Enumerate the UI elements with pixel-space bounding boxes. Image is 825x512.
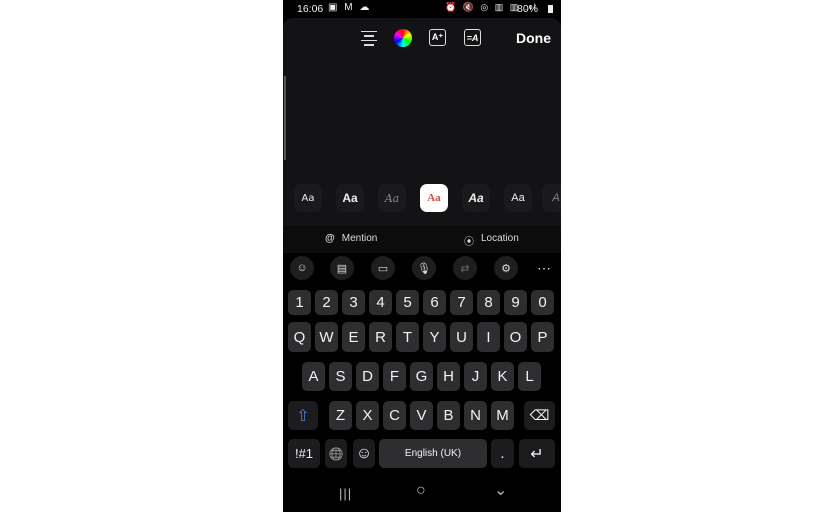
key-u[interactable]: U: [450, 322, 473, 352]
key-z[interactable]: Z: [329, 401, 352, 430]
emoji-icon[interactable]: ☺: [290, 256, 314, 280]
clipboard-icon[interactable]: ▭: [371, 256, 395, 280]
key-7[interactable]: 7: [450, 290, 473, 315]
font-option-partial[interactable]: A: [542, 184, 561, 212]
microphone-icon[interactable]: 🎙: [412, 256, 436, 280]
font-option-script[interactable]: Aa: [378, 184, 406, 212]
key-w[interactable]: W: [315, 322, 338, 352]
notification-icons: ▣ M ☁: [328, 2, 372, 13]
keyboard-toolbar: ☺ ▤ ▭ 🎙 ⇄ ⚙ ⋯: [283, 253, 561, 283]
battery-icon: [548, 5, 553, 13]
text-cursor: [284, 76, 286, 160]
font-option-serif[interactable]: Aa: [420, 184, 448, 212]
space-key[interactable]: English (UK): [379, 439, 487, 468]
sticker-icon[interactable]: ▤: [330, 256, 354, 280]
emoji-key[interactable]: ☺: [353, 439, 375, 468]
key-1[interactable]: 1: [288, 290, 311, 315]
key-5[interactable]: 5: [396, 290, 419, 315]
key-b[interactable]: B: [437, 401, 460, 430]
key-3[interactable]: 3: [342, 290, 365, 315]
font-option-classic[interactable]: Aa: [294, 184, 322, 212]
enter-key[interactable]: ↵: [519, 439, 555, 468]
status-time: 16:06: [297, 3, 324, 15]
key-l[interactable]: L: [518, 362, 541, 391]
at-icon: @: [325, 233, 335, 244]
key-o[interactable]: O: [504, 322, 527, 352]
status-bar: 16:06 ▣ M ☁ ⏰ 🔇 ◎ ▥ ▥ .ıl 80%: [283, 0, 561, 18]
font-option-label: Aa: [384, 191, 400, 205]
key-h[interactable]: H: [437, 362, 460, 391]
key-k[interactable]: K: [491, 362, 514, 391]
key-q[interactable]: Q: [288, 322, 311, 352]
key-d[interactable]: D: [356, 362, 379, 391]
key-g[interactable]: G: [410, 362, 433, 391]
font-option-label: Aa: [511, 192, 525, 204]
story-text-editor[interactable]: A⁺ =A Done Aa Aa Aa Aa Aa Aa A: [283, 18, 561, 226]
key-x[interactable]: X: [356, 401, 379, 430]
key-m[interactable]: M: [491, 401, 514, 430]
key-6[interactable]: 6: [423, 290, 446, 315]
key-n[interactable]: N: [464, 401, 487, 430]
location-label: Location: [481, 233, 519, 244]
key-9[interactable]: 9: [504, 290, 527, 315]
key-8[interactable]: 8: [477, 290, 500, 315]
more-icon[interactable]: ⋯: [532, 256, 556, 280]
font-option-label: Aa: [427, 192, 441, 204]
key-s[interactable]: S: [329, 362, 352, 391]
key-v[interactable]: V: [410, 401, 433, 430]
backspace-key[interactable]: ⌫: [524, 401, 555, 430]
suggestion-bar: @ Mention ⦿ Location: [283, 226, 561, 253]
color-wheel-icon[interactable]: [394, 29, 412, 47]
key-r[interactable]: R: [369, 322, 392, 352]
key-a[interactable]: A: [302, 362, 325, 391]
battery-level: 80%: [517, 3, 539, 15]
symbols-key[interactable]: !#1: [288, 439, 320, 468]
key-p[interactable]: P: [531, 322, 554, 352]
done-button[interactable]: Done: [516, 30, 551, 46]
phone-screen: 16:06 ▣ M ☁ ⏰ 🔇 ◎ ▥ ▥ .ıl 80% A⁺ =A Done…: [283, 0, 561, 512]
font-option-label: A: [552, 192, 560, 204]
location-button[interactable]: ⦿ Location: [464, 233, 519, 248]
shift-key[interactable]: ⇧: [288, 401, 318, 430]
key-j[interactable]: J: [464, 362, 487, 391]
key-0[interactable]: 0: [531, 290, 554, 315]
font-option-label: Aa: [342, 191, 358, 205]
key-y[interactable]: Y: [423, 322, 446, 352]
key-c[interactable]: C: [383, 401, 406, 430]
period-key[interactable]: .: [491, 439, 514, 468]
key-i[interactable]: I: [477, 322, 500, 352]
font-option-italic-bold[interactable]: Aa: [462, 184, 490, 212]
language-globe-key[interactable]: 🌐: [325, 439, 347, 468]
home-button[interactable]: ○: [416, 482, 426, 500]
key-e[interactable]: E: [342, 322, 365, 352]
key-2[interactable]: 2: [315, 290, 338, 315]
recents-button[interactable]: |||: [339, 486, 352, 501]
translate-icon[interactable]: ⇄: [453, 256, 477, 280]
key-t[interactable]: T: [396, 322, 419, 352]
key-4[interactable]: 4: [369, 290, 392, 315]
mention-label: Mention: [341, 233, 378, 244]
font-option-label: Aa: [468, 191, 484, 205]
back-button[interactable]: ⌄: [494, 480, 507, 500]
key-f[interactable]: F: [383, 362, 406, 391]
settings-icon[interactable]: ⚙: [494, 256, 518, 280]
align-center-icon[interactable]: [360, 29, 378, 47]
font-option-label: Aa: [301, 192, 315, 204]
text-background-icon[interactable]: =A: [464, 29, 481, 46]
mention-button[interactable]: @ Mention: [325, 233, 377, 244]
font-option-bold[interactable]: Aa: [336, 184, 364, 212]
font-option-rounded[interactable]: Aa: [504, 184, 532, 212]
location-pin-icon: ⦿: [464, 237, 474, 248]
text-effect-icon[interactable]: A⁺: [429, 29, 446, 46]
